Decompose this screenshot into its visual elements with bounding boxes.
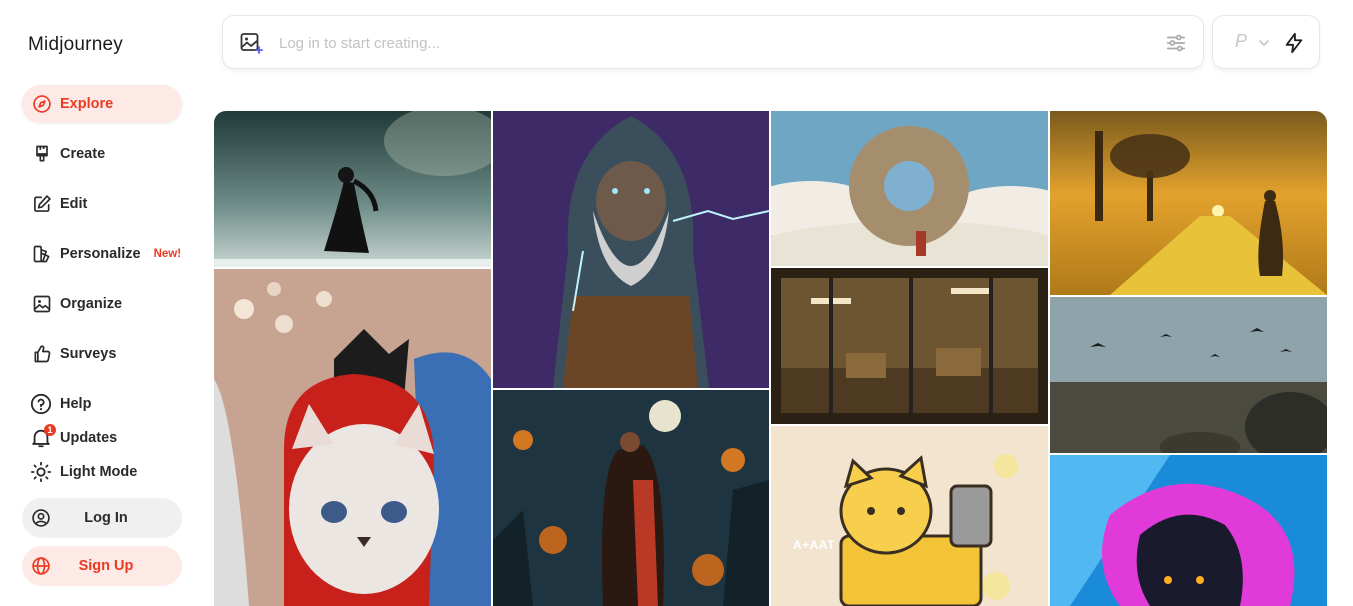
gallery-tile-couple[interactable]	[493, 390, 769, 606]
explore-gallery: A+AAT	[214, 111, 1327, 606]
tile-caption: A+AAT	[793, 538, 835, 552]
nav-explore-label: Explore	[60, 96, 114, 112]
light-mode-label: Light Mode	[60, 464, 138, 480]
image-add-icon[interactable]	[239, 31, 263, 55]
gallery-tile-ring-ship[interactable]	[771, 111, 1048, 266]
gallery-tile-wizard[interactable]	[493, 111, 769, 388]
thumbs-up-icon	[32, 344, 52, 364]
compass-icon	[32, 94, 52, 114]
nav-create-label: Create	[60, 146, 106, 162]
nav-create[interactable]: Create	[22, 135, 182, 173]
nav-personalize[interactable]: Personalize New!	[22, 235, 182, 273]
nav-updates-label: Updates	[60, 430, 118, 446]
nav-organize[interactable]: Organize	[22, 285, 182, 323]
light-mode-toggle[interactable]: Light Mode	[30, 461, 137, 483]
brand-logo[interactable]: Midjourney	[28, 34, 123, 56]
settings-sliders-icon[interactable]	[1165, 32, 1187, 54]
nav-updates[interactable]: 1 Updates	[30, 424, 118, 449]
help-icon	[30, 393, 52, 415]
gallery-tile-cat[interactable]	[214, 269, 491, 606]
signup-button[interactable]: Sign Up	[22, 546, 182, 586]
profile-letter[interactable]: P	[1235, 31, 1247, 52]
nav-edit[interactable]: Edit	[22, 185, 182, 223]
sidebar: Midjourney Explore Create Edit Personali…	[0, 0, 200, 606]
bell-icon: 1	[30, 424, 56, 449]
notification-count: 1	[44, 424, 56, 436]
lightning-icon[interactable]	[1283, 31, 1305, 55]
nav-help[interactable]: Help	[30, 393, 91, 415]
nav-organize-label: Organize	[60, 296, 123, 312]
gallery-tile-cartoon-cat[interactable]: A+AAT	[771, 426, 1048, 606]
brush-icon	[32, 144, 52, 164]
edit-icon	[32, 194, 52, 214]
gallery-tile-dancer[interactable]	[214, 111, 491, 267]
nav-edit-label: Edit	[60, 196, 88, 212]
login-button[interactable]: Log In	[22, 498, 182, 538]
new-badge: New!	[153, 248, 182, 260]
nav-explore[interactable]: Explore	[22, 85, 182, 123]
nav-help-label: Help	[60, 396, 92, 412]
gallery-tile-neon[interactable]	[1050, 455, 1327, 606]
mode-selector: P	[1212, 15, 1320, 69]
image-icon	[32, 294, 52, 314]
prompt-input[interactable]	[277, 30, 1137, 56]
gallery-tile-birds[interactable]	[1050, 297, 1327, 453]
nav-surveys-label: Surveys	[60, 346, 117, 362]
personalize-icon	[32, 244, 52, 264]
globe-icon	[31, 556, 51, 576]
prompt-bar	[222, 15, 1204, 69]
chevron-down-icon[interactable]	[1257, 36, 1271, 50]
gallery-tile-golden-road[interactable]	[1050, 111, 1327, 295]
nav-surveys[interactable]: Surveys	[22, 335, 182, 373]
gallery-tile-office[interactable]	[771, 268, 1048, 424]
user-icon	[31, 508, 51, 528]
nav-personalize-label: Personalize	[60, 246, 141, 262]
sun-icon	[30, 461, 52, 483]
